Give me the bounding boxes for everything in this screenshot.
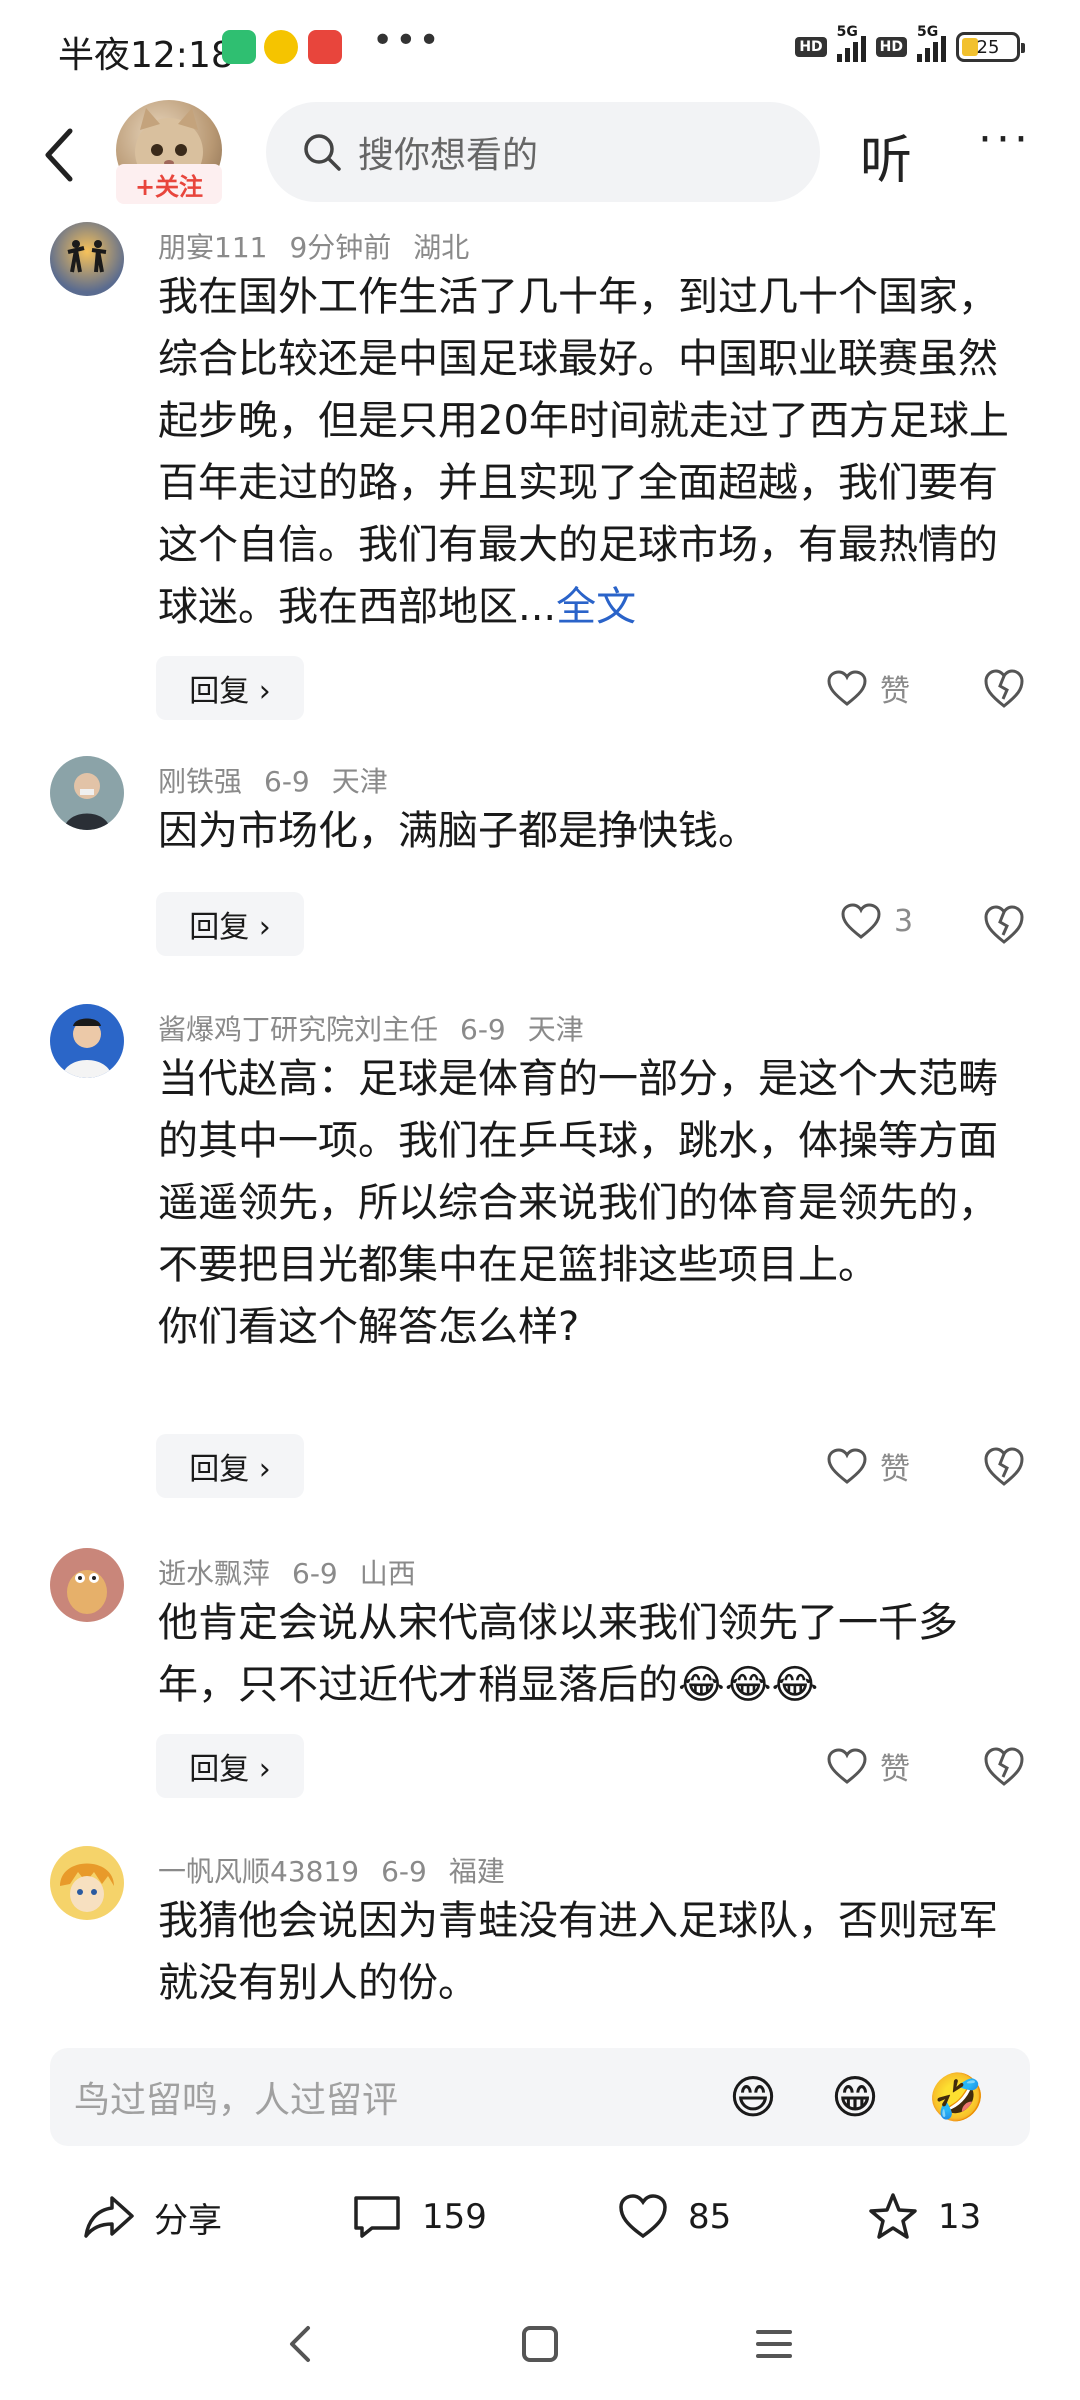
follow-button[interactable]: +关注 <box>116 164 222 204</box>
comment-location: 山西 <box>359 1557 416 1590</box>
comment-meta: 一帆风顺43819 6-9 福建 <box>158 1850 527 1890</box>
toutiao-app-icon <box>308 30 342 64</box>
hd-icon: HD <box>795 37 827 57</box>
user-avatar[interactable] <box>50 222 124 296</box>
comment-username[interactable]: 一帆风顺43819 <box>158 1855 359 1888</box>
cartoon-avatar-icon <box>67 1570 107 1614</box>
like-button[interactable]: 赞 <box>826 1744 910 1788</box>
comment-location: 福建 <box>448 1855 505 1888</box>
like-button[interactable]: 3 <box>840 902 913 940</box>
comment-text: 他肯定会说从宋代高俅以来我们领先了一千多年，只不过近代才稍显落后的😂😂😂 <box>158 1600 958 1708</box>
cartoon-avatar-icon <box>60 1863 114 1912</box>
weibo-app-icon <box>264 30 298 64</box>
heart-icon <box>827 1448 867 1484</box>
comment-username[interactable]: 逝水飘萍 <box>158 1557 270 1590</box>
search-bar[interactable]: 搜你想看的 <box>266 102 820 202</box>
comment-input-bar[interactable]: 鸟过留鸣，人过留评 😄 😁 🤣 <box>50 2048 1030 2146</box>
user-avatar[interactable] <box>50 1548 124 1622</box>
search-icon <box>304 134 341 171</box>
comment-location: 天津 <box>527 1013 584 1046</box>
status-more-icon: ••• <box>372 20 442 61</box>
person-avatar-icon <box>64 773 110 830</box>
heart-icon <box>619 2194 667 2239</box>
status-right-group: HD 5G HD 5G 25 <box>795 24 1025 62</box>
like-button[interactable]: 赞 <box>826 666 910 710</box>
comment-username[interactable]: 刚铁强 <box>158 765 242 798</box>
search-placeholder: 搜你想看的 <box>358 135 539 176</box>
battery-icon: 25 <box>956 32 1025 62</box>
star-icon <box>869 2193 917 2239</box>
like-label: 赞 <box>880 674 910 709</box>
like-button[interactable]: 赞 <box>826 1444 910 1488</box>
broken-heart-icon[interactable] <box>982 902 1026 946</box>
shield-app-icon <box>222 30 256 64</box>
listen-button[interactable]: 听 <box>860 118 912 193</box>
top-nav: +关注 搜你想看的 听 ··· <box>0 100 1080 210</box>
user-avatar[interactable] <box>50 1846 124 1920</box>
full-text-link[interactable]: 全文 <box>556 584 636 630</box>
comment-text: 因为市场化，满脑子都是挣快钱。 <box>158 808 758 854</box>
user-avatar[interactable] <box>50 1004 124 1078</box>
favorite-count: 13 <box>938 2197 982 2237</box>
comment-time: 9分钟前 <box>289 231 392 264</box>
comment-meta: 逝水飘萍 6-9 山西 <box>158 1552 438 1592</box>
action-bar: 分享 159 85 13 <box>0 2170 1080 2270</box>
comment-time: 6-9 <box>264 765 310 798</box>
rofl-emoji-button[interactable]: 🤣 <box>928 2068 986 2126</box>
signal-icon: 5G <box>836 24 866 62</box>
grinning-emoji-button[interactable]: 😄 <box>724 2068 782 2126</box>
reply-button[interactable]: 回复 › <box>156 656 304 720</box>
comment-time: 6-9 <box>381 1855 427 1888</box>
comment-meta: 朋宴111 9分钟前 湖北 <box>158 226 491 266</box>
nav-home-icon[interactable] <box>510 2314 570 2374</box>
share-icon <box>84 2196 134 2238</box>
comment-text: 我在国外工作生活了几十年，到过几十个国家，综合比较还是中国足球最好。中国职业联赛… <box>158 274 1009 630</box>
comment-time: 6-9 <box>292 1557 338 1590</box>
comment-location: 天津 <box>331 765 388 798</box>
nav-back-icon[interactable] <box>272 2314 332 2374</box>
broken-heart-icon[interactable] <box>982 666 1026 710</box>
comment-meta: 酱爆鸡丁研究院刘主任 6-9 天津 <box>158 1008 606 1048</box>
comment-username[interactable]: 朋宴111 <box>158 231 267 264</box>
comment-button[interactable]: 159 <box>350 2190 487 2244</box>
system-nav-bar <box>0 2290 1080 2400</box>
user-avatar[interactable] <box>50 756 124 830</box>
comment-text: 我猜他会说因为青蛙没有进入足球队，否则冠军就没有别人的份。 <box>158 1898 998 2006</box>
like-label: 赞 <box>880 1752 910 1787</box>
status-time: 半夜12:18 <box>58 35 234 76</box>
heart-icon <box>827 670 867 706</box>
comment-icon <box>354 2196 400 2238</box>
signal-icon-2: 5G <box>917 24 946 62</box>
person-avatar-icon <box>62 1018 112 1078</box>
more-options-button[interactable]: ··· <box>978 114 1032 165</box>
comment-location: 湖北 <box>413 231 470 264</box>
reply-button[interactable]: 回复 › <box>156 892 304 956</box>
share-button[interactable]: 分享 <box>82 2190 222 2244</box>
nav-menu-icon[interactable] <box>744 2314 804 2374</box>
broken-heart-icon[interactable] <box>982 1444 1026 1488</box>
heart-icon <box>827 1748 867 1784</box>
comment-time: 6-9 <box>460 1013 506 1046</box>
comment-text: 当代赵高：足球是体育的一部分，是这个大范畴的其中一项。我们在乒乓球，跳水，体操等… <box>158 1056 998 1350</box>
hd-icon-2: HD <box>875 37 907 57</box>
comment-username[interactable]: 酱爆鸡丁研究院刘主任 <box>158 1013 438 1046</box>
two-people-avatar-icon <box>67 240 107 273</box>
comment-count: 159 <box>422 2197 487 2237</box>
beaming-emoji-button[interactable]: 😁 <box>826 2068 884 2126</box>
reply-button[interactable]: 回复 › <box>156 1734 304 1798</box>
favorite-button[interactable]: 13 <box>866 2190 981 2244</box>
like-count: 85 <box>688 2197 732 2237</box>
share-label: 分享 <box>154 2200 222 2241</box>
status-bar: 半夜12:18 ••• HD 5G HD 5G 25 <box>0 0 1080 100</box>
comment-input[interactable]: 鸟过留鸣，人过留评 <box>74 2071 724 2123</box>
like-label: 赞 <box>880 1452 910 1487</box>
heart-icon <box>841 903 881 939</box>
like-count: 3 <box>894 903 914 939</box>
chevron-left-icon <box>45 128 73 182</box>
like-post-button[interactable]: 85 <box>616 2190 731 2244</box>
reply-button[interactable]: 回复 › <box>156 1434 304 1498</box>
broken-heart-icon[interactable] <box>982 1744 1026 1788</box>
comment-meta: 刚铁强 6-9 天津 <box>158 760 410 800</box>
back-button[interactable] <box>40 120 90 190</box>
